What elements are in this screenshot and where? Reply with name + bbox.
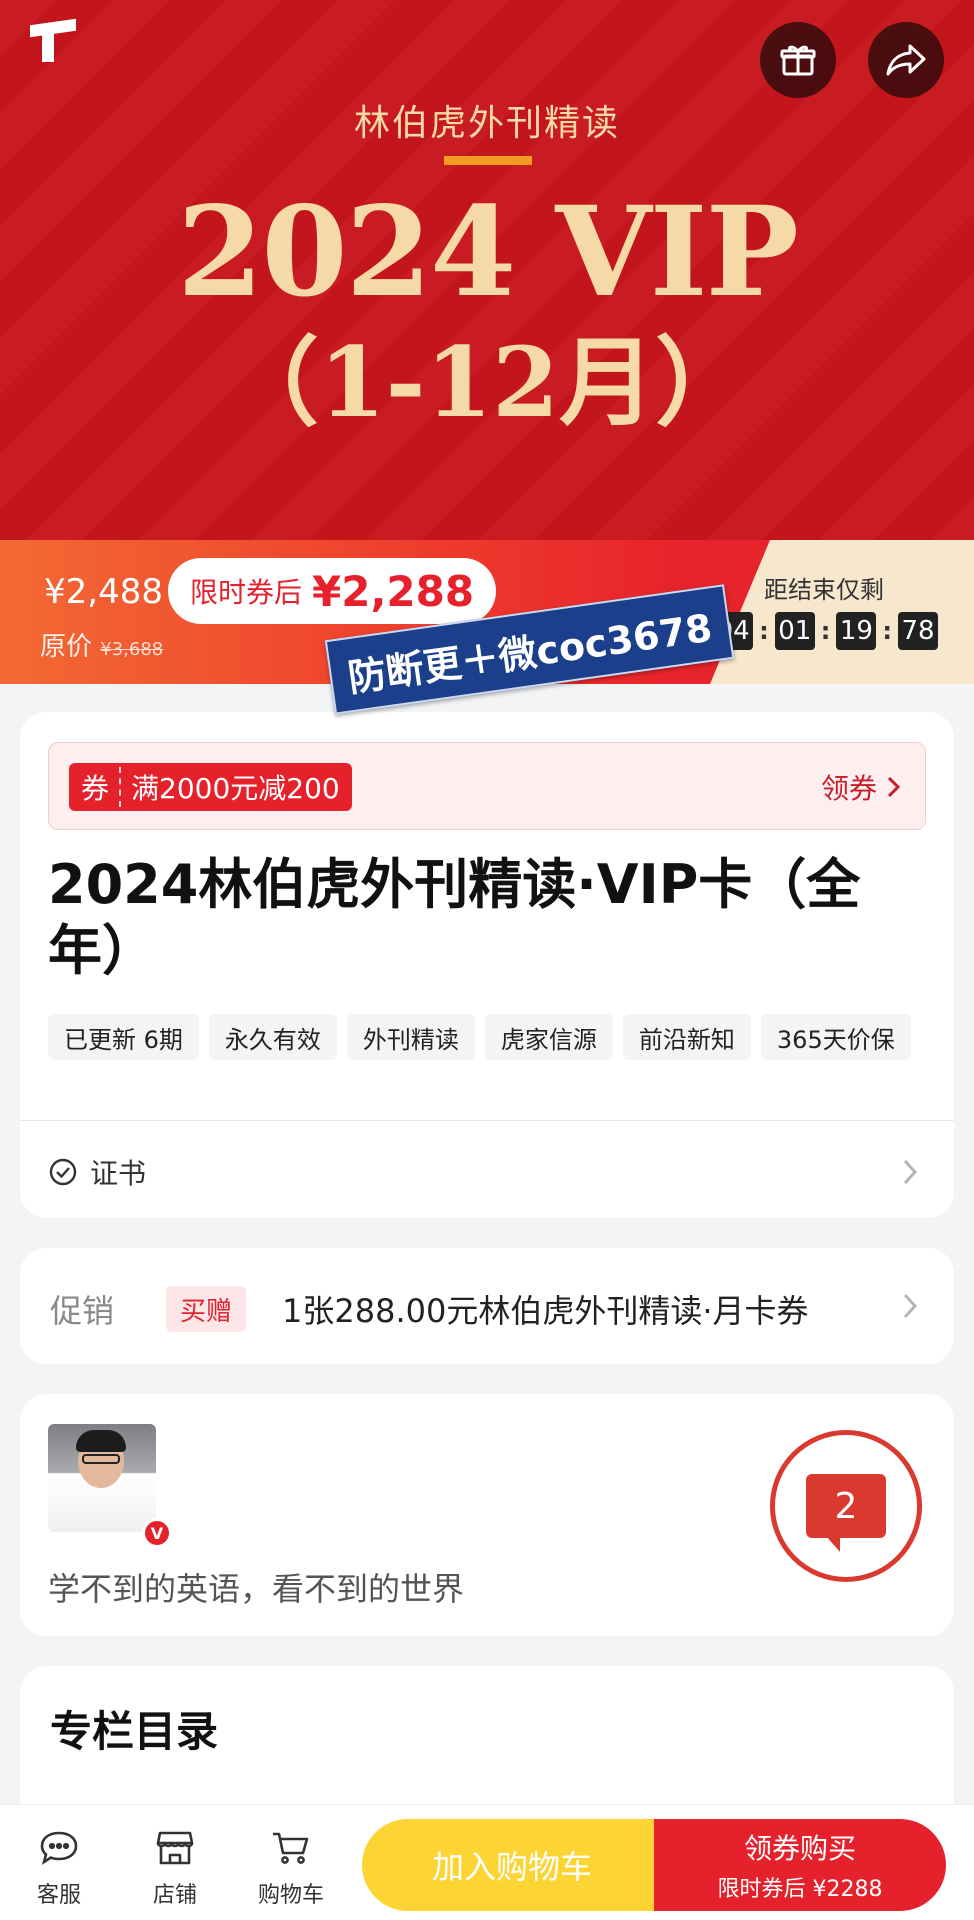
product-tag: 前沿新知 <box>622 1014 751 1060</box>
cart-label: 购物车 <box>257 1883 324 1908</box>
chevron-right-icon[interactable] <box>902 1292 918 1320</box>
coupon-price-value: ¥2,288 <box>312 566 475 616</box>
author-slogan: 学不到的英语，看不到的世界 <box>48 1570 465 1608</box>
product-tag: 永久有效 <box>208 1014 337 1060</box>
coupon-price-pill: 限时券后 ¥2,288 <box>168 558 497 624</box>
add-to-cart-button[interactable]: 加入购物车 <box>362 1819 662 1911</box>
shop-icon <box>156 1831 194 1865</box>
get-coupon-button[interactable]: 领券 <box>821 767 901 807</box>
countdown-seconds: 19 <box>836 612 877 650</box>
product-tag: 虎家信源 <box>484 1014 613 1060</box>
hero-banner: 林伯虎外刊精读 2024 VIP （1-12月） <box>0 0 974 540</box>
verified-badge-icon: V <box>142 1518 172 1548</box>
get-coupon-label: 领券 <box>820 772 877 805</box>
coupon-row[interactable]: 券 满2000元减200 领券 <box>48 742 926 830</box>
buy-button-price: 限时券后 ¥2288 <box>717 1877 883 1902</box>
product-tag: 365天价保 <box>760 1014 911 1060</box>
certificate-row[interactable]: 证书 <box>48 1152 146 1192</box>
countdown-centiseconds: 78 <box>898 612 938 650</box>
customer-service-button[interactable]: 客服 <box>14 1829 104 1909</box>
buy-with-coupon-button[interactable]: 领券购买 限时券后 ¥2288 <box>654 1819 946 1911</box>
tiger-times-logo <box>30 18 84 66</box>
original-price-label: 原价 <box>40 632 93 662</box>
product-info-card: 券 满2000元减200 领券 2024林伯虎外刊精读·VIP卡（全年） 已更新… <box>20 712 954 1218</box>
coupon-tag-text: 满2000元减200 <box>131 772 340 805</box>
certificate-label: 证书 <box>90 1157 147 1190</box>
product-tag: 外刊精读 <box>346 1014 475 1060</box>
promotion-badge: 买赠 <box>166 1286 247 1332</box>
bottom-action-bar: 客服 店铺 购物车 加入购物车 领券购买 限时券后 ¥2288 <box>0 1804 974 1920</box>
promotion-text: 1张288.00元林伯虎外刊精读·月卡券 <box>282 1292 809 1330</box>
product-tags: 已更新 6期 永久有效 外刊精读 虎家信源 前沿新知 365天价保 <box>48 1014 911 1060</box>
coupon-tag-icon: 券 <box>69 767 122 807</box>
message-count: 2 <box>806 1474 886 1552</box>
gift-icon[interactable] <box>760 22 836 98</box>
coupon-tag: 券 满2000元减200 <box>69 763 352 811</box>
original-price: 原价 ¥3,688 <box>40 626 163 663</box>
cart-button[interactable]: 购物车 <box>246 1829 336 1909</box>
toc-title: 专栏目录 <box>50 1707 219 1756</box>
chevron-right-icon[interactable] <box>902 1158 918 1186</box>
promotion-label: 促销 <box>50 1292 115 1330</box>
promotion-card[interactable]: 促销 买赠 1张288.00元林伯虎外刊精读·月卡券 <box>20 1248 954 1364</box>
check-circle-icon <box>49 1158 77 1186</box>
customer-service-label: 客服 <box>36 1883 81 1908</box>
countdown-label: 距结束仅剩 <box>764 576 884 604</box>
cart-icon <box>273 1832 309 1864</box>
message-bubble-button[interactable]: 2 <box>770 1430 922 1582</box>
hero-period: （1-12月） <box>222 326 752 439</box>
shop-button[interactable]: 店铺 <box>130 1829 220 1909</box>
author-avatar[interactable] <box>48 1424 156 1532</box>
chevron-right-icon <box>887 776 901 798</box>
hero-subtitle: 林伯虎外刊精读 <box>353 103 620 144</box>
shop-label: 店铺 <box>152 1883 197 1908</box>
chat-icon <box>40 1831 78 1865</box>
coupon-price-label: 限时券后 <box>190 576 303 609</box>
buy-button-label: 领券购买 <box>743 1832 856 1865</box>
original-price-value: ¥3,688 <box>100 639 164 660</box>
product-title: 2024林伯虎外刊精读·VIP卡（全年） <box>48 853 861 982</box>
current-price: ¥2,488 <box>44 572 163 612</box>
share-icon[interactable] <box>868 22 944 98</box>
countdown-timer: 04: 01: 19: 78 <box>713 612 938 650</box>
countdown-minutes: 01 <box>774 612 815 650</box>
product-tag: 已更新 6期 <box>48 1014 199 1060</box>
divider <box>20 1120 954 1121</box>
hero-title: 2024 VIP <box>177 180 799 325</box>
hero-divider <box>444 156 532 165</box>
